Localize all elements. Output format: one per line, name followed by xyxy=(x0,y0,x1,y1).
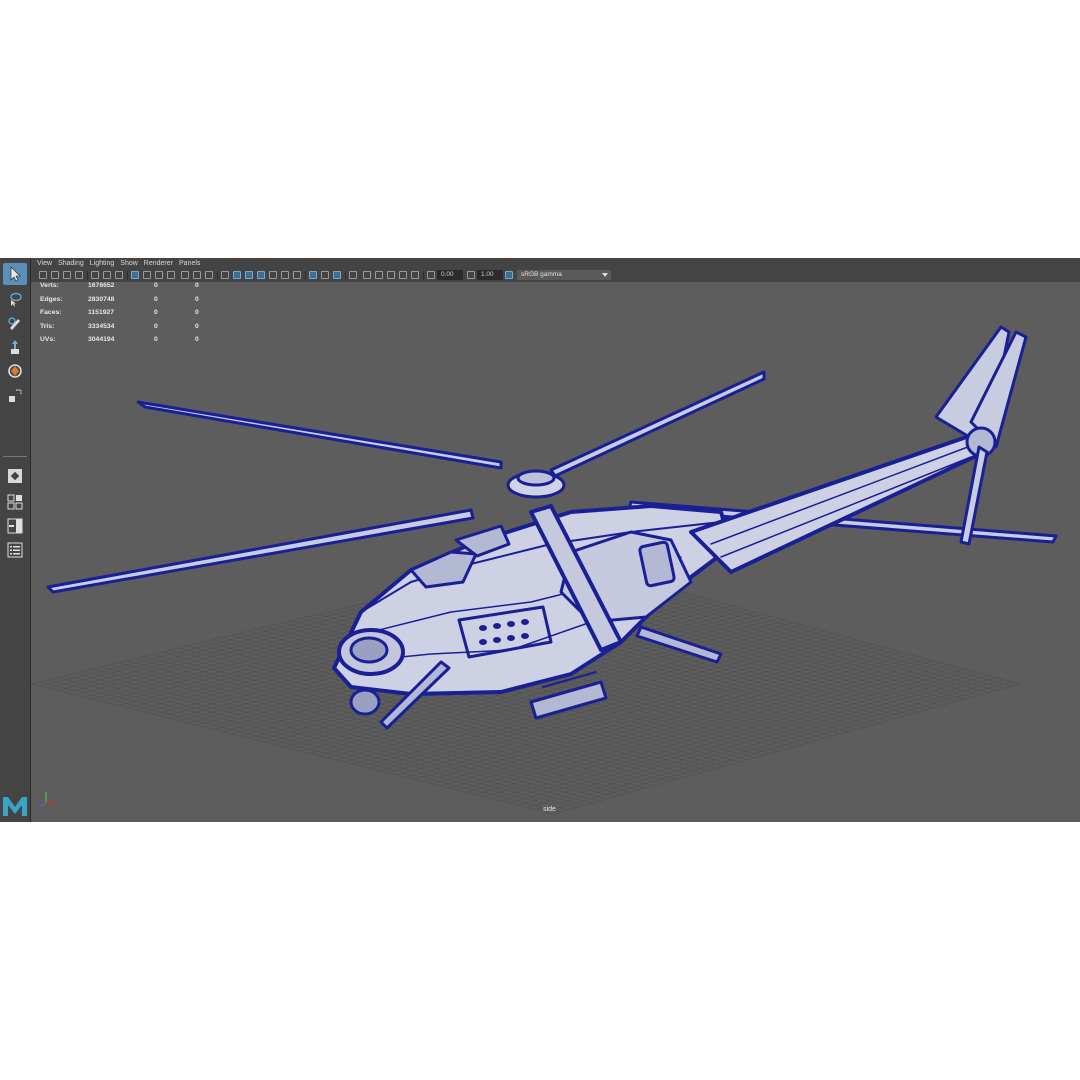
exposure-field[interactable]: 0.00 xyxy=(437,270,463,280)
grid-line xyxy=(492,668,965,800)
hud-label: Tris: xyxy=(40,322,55,330)
textured-icon[interactable] xyxy=(257,271,265,279)
view-transform-dropdown[interactable]: sRGB gamma xyxy=(517,270,611,280)
helicopter-model xyxy=(46,325,1058,730)
scale-tool-icon[interactable] xyxy=(3,385,27,407)
poly-count-hud: Verts: 1676652 0 0 Edges: 2830748 0 0 Fa… xyxy=(40,282,240,350)
motion-blur-icon[interactable] xyxy=(349,271,357,279)
grid-toggle-icon[interactable] xyxy=(91,271,99,279)
hud-tris-selected: 0 xyxy=(195,336,199,343)
multisample-aa-icon[interactable] xyxy=(363,271,371,279)
panel-menubar: View Shading Lighting Show Renderer Pane… xyxy=(31,258,1080,269)
two-view-layout-icon[interactable] xyxy=(3,515,27,537)
safe-area-icon[interactable] xyxy=(181,271,189,279)
hud-label: Edges: xyxy=(40,295,63,303)
hud-toggle-icon[interactable] xyxy=(387,271,395,279)
view-transform-value: sRGB gamma xyxy=(521,271,562,278)
hud-tris-selected: 0 xyxy=(195,309,199,316)
smooth-shade-icon[interactable] xyxy=(233,271,241,279)
gamma-toggle-icon[interactable] xyxy=(411,271,419,279)
menu-panels[interactable]: Panels xyxy=(179,260,200,267)
backface-culling-icon[interactable] xyxy=(333,271,341,279)
menu-view[interactable]: View xyxy=(37,260,52,267)
hud-count: 1676652 xyxy=(88,282,115,289)
chevron-down-icon xyxy=(602,273,608,277)
four-view-layout-icon[interactable] xyxy=(3,491,27,513)
toolbox-divider xyxy=(3,456,27,457)
grid-line xyxy=(544,681,1012,813)
wireframe-on-shaded-icon[interactable] xyxy=(245,271,253,279)
paint-select-icon[interactable] xyxy=(3,312,27,334)
film-gate-icon[interactable] xyxy=(103,271,111,279)
maya-window: View Shading Lighting Show Renderer Pane… xyxy=(0,258,1080,822)
gate-mask-icon[interactable] xyxy=(167,271,175,279)
hud-tris-selected: 0 xyxy=(195,322,199,330)
select-tool-icon[interactable] xyxy=(3,263,27,285)
wireframe-icon[interactable] xyxy=(221,271,229,279)
hud-selected: 0 xyxy=(154,282,158,289)
hud-row-uvs: UVs: 3044194 0 0 xyxy=(40,336,240,350)
hud-count: 3044194 xyxy=(88,336,115,343)
camera-name-label: side xyxy=(543,806,556,813)
lights-icon[interactable] xyxy=(269,271,277,279)
hud-tris-selected: 0 xyxy=(195,282,199,289)
hud-label: Verts: xyxy=(40,282,59,289)
hud-row-faces: Faces: 1151927 0 0 xyxy=(40,309,240,323)
hud-count: 1151927 xyxy=(88,309,115,316)
isolate-select-icon[interactable] xyxy=(309,271,317,279)
toolbox xyxy=(0,258,31,822)
camera-attributes-icon[interactable] xyxy=(51,271,59,279)
hud-count: 2830748 xyxy=(88,295,115,303)
hud-row-verts: Verts: 1676652 0 0 xyxy=(40,282,240,296)
hud-selected: 0 xyxy=(154,309,158,316)
screen-space-icon[interactable] xyxy=(399,271,407,279)
hud-selected: 0 xyxy=(154,322,158,330)
hud-label: Faces: xyxy=(40,309,62,316)
rotate-tool-icon[interactable] xyxy=(3,360,27,382)
color-management-icon[interactable] xyxy=(505,271,513,279)
field-chart-icon[interactable] xyxy=(131,271,139,279)
menu-lighting[interactable]: Lighting xyxy=(90,260,115,267)
move-tool-icon[interactable] xyxy=(3,336,27,358)
resolution-gate-icon[interactable] xyxy=(115,271,123,279)
hud-tris-selected: 0 xyxy=(195,295,199,303)
safe-title-icon[interactable] xyxy=(155,271,163,279)
menu-renderer[interactable]: Renderer xyxy=(144,260,173,267)
safe-action-icon[interactable] xyxy=(143,271,151,279)
bookmarks-icon[interactable] xyxy=(63,271,71,279)
menu-shading[interactable]: Shading xyxy=(58,260,84,267)
hud-count: 3334534 xyxy=(88,322,115,330)
single-perspective-icon[interactable] xyxy=(3,465,27,487)
grid-line xyxy=(483,666,957,797)
grid-line xyxy=(474,664,950,795)
shadows-icon[interactable] xyxy=(281,271,289,279)
image-plane-icon[interactable] xyxy=(75,271,83,279)
hud-row-edges: Edges: 2830748 0 0 xyxy=(40,296,240,310)
depth-of-field-icon[interactable] xyxy=(375,271,383,279)
hud-selected: 0 xyxy=(154,295,158,303)
scene-canvas[interactable] xyxy=(31,282,1080,822)
exposure-icon[interactable] xyxy=(427,271,435,279)
gamma-icon[interactable] xyxy=(467,271,475,279)
outliner-layout-icon[interactable] xyxy=(3,539,27,561)
menu-show[interactable]: Show xyxy=(120,260,138,267)
hud-label: UVs: xyxy=(40,336,56,343)
maya-logo-icon xyxy=(2,794,28,818)
hud-row-tris: Tris: 3334534 0 0 xyxy=(40,323,240,337)
viewport-panel[interactable]: Verts: 1676652 0 0 Edges: 2830748 0 0 Fa… xyxy=(31,282,1080,822)
x-ray-icon[interactable] xyxy=(193,271,201,279)
ambient-occlusion-icon[interactable] xyxy=(293,271,301,279)
lasso-tool-icon[interactable] xyxy=(3,288,27,310)
gamma-field[interactable]: 1.00 xyxy=(477,270,503,280)
pan-zoom-icon[interactable] xyxy=(205,271,213,279)
panel-toolbar: 0.00 1.00 sRGB gamma xyxy=(31,269,1080,283)
hud-selected: 0 xyxy=(154,336,158,343)
select-camera-icon[interactable] xyxy=(39,271,47,279)
xray-joints-icon[interactable] xyxy=(321,271,329,279)
